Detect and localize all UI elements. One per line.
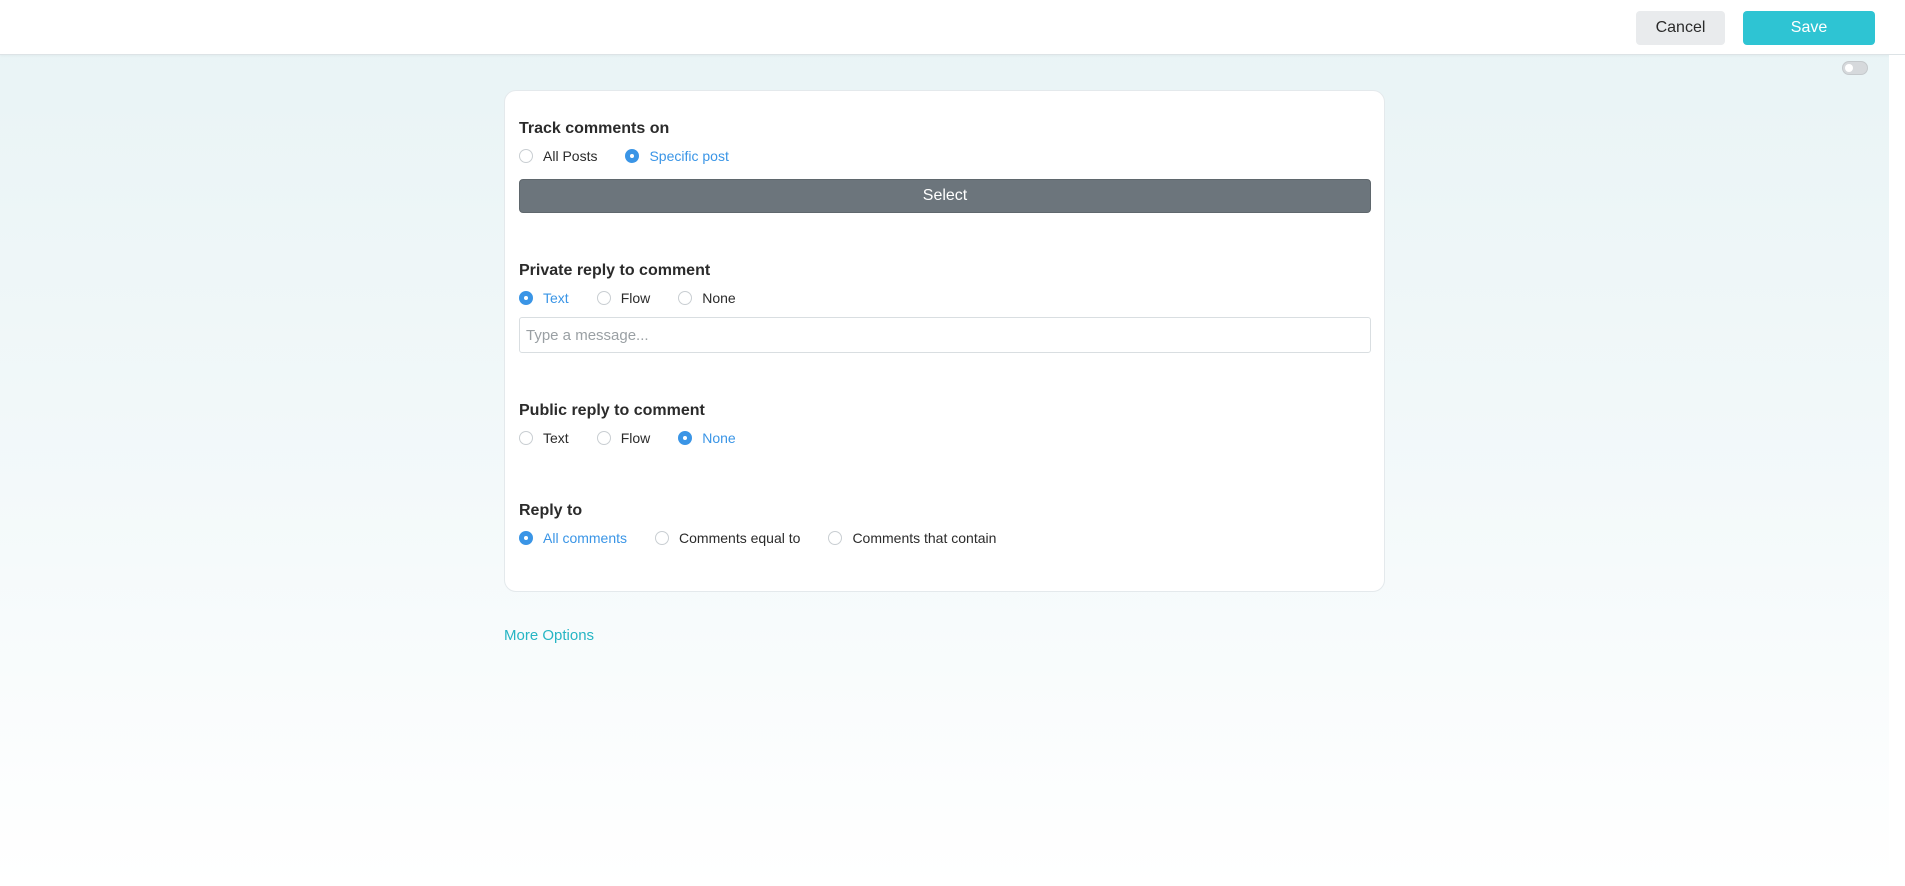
top-bar: Cancel Save xyxy=(0,0,1905,55)
comment-settings-card: Track comments on All Posts Specific pos… xyxy=(504,90,1385,592)
private-reply-title: Private reply to comment xyxy=(519,262,711,279)
radio-circle-icon xyxy=(519,531,533,545)
public-reply-radio-group: Text Flow None xyxy=(519,429,1371,447)
radio-public-flow[interactable]: Flow xyxy=(596,430,651,446)
scrollbar-track[interactable] xyxy=(1889,55,1905,886)
save-button[interactable]: Save xyxy=(1743,11,1875,45)
reply-to-section: Reply to All comments Comments equal to … xyxy=(519,501,1371,547)
radio-label: None xyxy=(702,290,736,306)
private-reply-radio-group: Text Flow None xyxy=(519,289,1371,307)
public-reply-title: Public reply to comment xyxy=(519,402,705,419)
radio-circle-icon xyxy=(678,291,693,305)
radio-circle-icon xyxy=(519,431,533,445)
radio-circle-icon xyxy=(596,431,611,445)
track-comments-radio-group: All Posts Specific post xyxy=(519,147,1371,165)
radio-circle-icon xyxy=(596,291,611,305)
radio-all-comments[interactable]: All comments xyxy=(519,530,627,546)
radio-circle-icon xyxy=(625,149,640,163)
radio-label: Comments that contain xyxy=(852,530,997,546)
radio-label: Text xyxy=(543,290,569,306)
reply-to-title: Reply to xyxy=(519,502,583,519)
more-options-link[interactable]: More Options xyxy=(504,627,594,644)
radio-label: All Posts xyxy=(543,148,598,164)
radio-circle-icon xyxy=(655,531,670,545)
reply-to-radio-group: All comments Comments equal to Comments … xyxy=(519,529,1371,547)
radio-specific-post[interactable]: Specific post xyxy=(625,148,729,164)
radio-label: Flow xyxy=(620,430,651,446)
public-reply-section: Public reply to comment Text Flow None xyxy=(519,401,1371,447)
radio-private-none[interactable]: None xyxy=(678,290,736,306)
track-comments-section: Track comments on All Posts Specific pos… xyxy=(519,119,1371,213)
private-reply-section: Private reply to comment Text Flow None xyxy=(519,261,1371,353)
radio-public-none[interactable]: None xyxy=(678,430,736,446)
select-post-button[interactable]: Select xyxy=(519,179,1371,213)
radio-label: Text xyxy=(543,430,569,446)
private-reply-message-input[interactable] xyxy=(519,317,1371,353)
radio-public-text[interactable]: Text xyxy=(519,430,569,446)
radio-circle-icon xyxy=(828,531,843,545)
radio-comments-equal-to[interactable]: Comments equal to xyxy=(655,530,800,546)
toggle-knob xyxy=(1845,64,1853,72)
radio-label: All comments xyxy=(543,530,628,546)
radio-circle-icon xyxy=(678,431,693,445)
radio-label: Comments equal to xyxy=(679,530,801,546)
radio-circle-icon xyxy=(519,149,533,163)
cancel-button[interactable]: Cancel xyxy=(1636,11,1725,45)
radio-comments-that-contain[interactable]: Comments that contain xyxy=(828,530,996,546)
track-comments-title: Track comments on xyxy=(519,120,670,137)
radio-private-flow[interactable]: Flow xyxy=(596,290,651,306)
radio-circle-icon xyxy=(519,291,533,305)
radio-label: Flow xyxy=(620,290,651,306)
radio-private-text[interactable]: Text xyxy=(519,290,569,306)
radio-all-posts[interactable]: All Posts xyxy=(519,148,597,164)
toggle-switch[interactable] xyxy=(1842,61,1868,75)
radio-label: None xyxy=(702,430,736,446)
radio-label: Specific post xyxy=(649,148,729,164)
